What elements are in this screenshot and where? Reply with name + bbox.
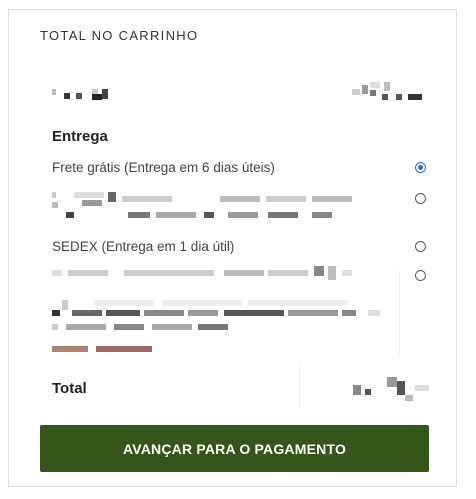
shipping-heading: Entrega xyxy=(52,128,108,145)
options-divider xyxy=(399,270,400,358)
shipping-option-2-redacted[interactable] xyxy=(52,192,372,222)
subtotal-label-redacted xyxy=(52,89,122,101)
cart-totals-title: TOTAL NO CARRINHO xyxy=(40,28,199,43)
shipping-option-sedex-label[interactable]: SEDEX (Entrega em 1 dia útil) xyxy=(52,239,234,254)
proceed-to-payment-button[interactable]: AVANÇAR PARA O PAGAMENTO xyxy=(40,425,429,472)
shipping-option-sedex-radio[interactable] xyxy=(415,241,426,252)
shipping-option-free-label[interactable]: Frete grátis (Entrega em 6 dias úteis) xyxy=(52,160,275,175)
total-label: Total xyxy=(52,380,87,397)
subtotal-value-redacted xyxy=(352,82,432,100)
shipping-option-4-redacted[interactable] xyxy=(52,266,392,358)
cart-totals-card: TOTAL NO CARRINHO Entrega Frete grátis (… xyxy=(8,9,457,487)
shipping-option-4-radio[interactable] xyxy=(415,270,426,281)
total-value-redacted xyxy=(353,377,433,405)
shipping-option-2-radio[interactable] xyxy=(415,193,426,204)
shipping-option-free-radio[interactable] xyxy=(415,162,426,173)
total-divider xyxy=(299,365,300,410)
